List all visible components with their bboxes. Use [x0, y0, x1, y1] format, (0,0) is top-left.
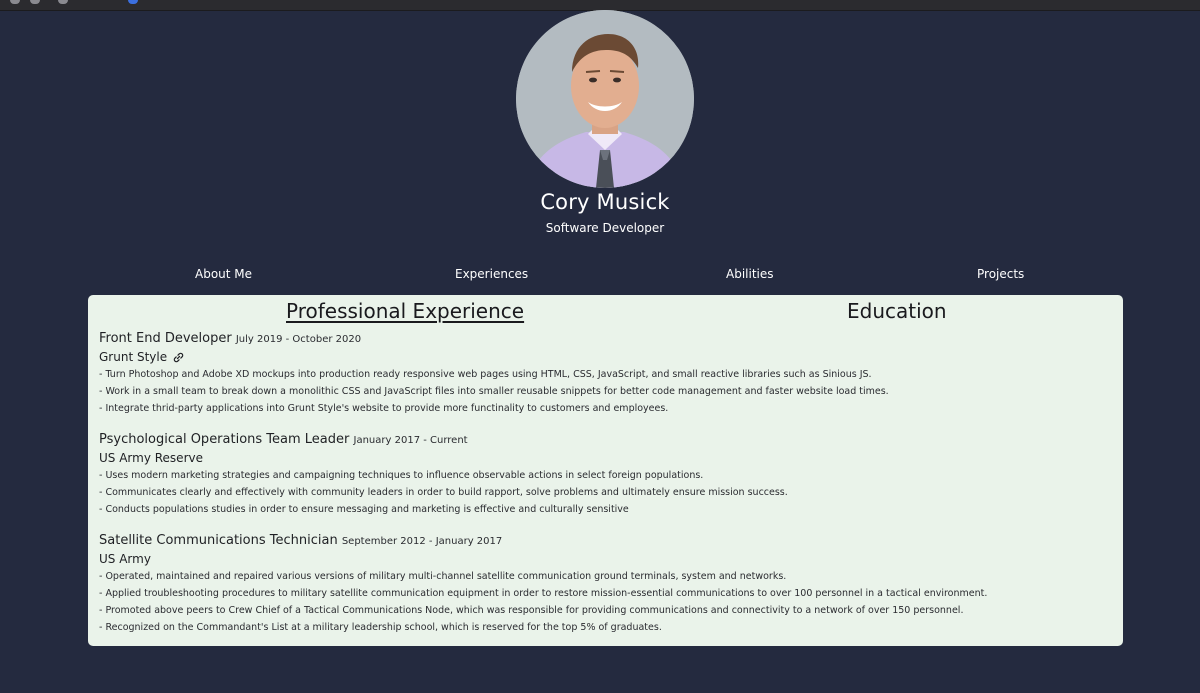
company-row: US Army	[99, 552, 1109, 566]
job-title: Psychological Operations Team Leader	[99, 432, 350, 447]
tab-indicator-icon	[128, 0, 138, 4]
link-icon[interactable]	[173, 352, 184, 363]
profile-role: Software Developer	[545, 221, 665, 235]
job-title: Front End Developer	[99, 331, 232, 346]
job-bullet: - Operated, maintained and repaired vari…	[99, 571, 787, 582]
job-bullet: - Uses modern marketing strategies and c…	[99, 470, 704, 481]
job-entry: Psychological Operations Team Leader Jan…	[99, 432, 1109, 518]
job-bullet: - Conducts populations studies in order …	[99, 504, 629, 515]
job-title: Satellite Communications Technician	[99, 533, 338, 548]
job-bullet: - Communicates clearly and effectively w…	[99, 487, 788, 498]
nav-abilities[interactable]: Abilities	[726, 267, 774, 281]
job-bullet: - Recognized on the Commandant's List at…	[99, 622, 662, 633]
nav-experiences[interactable]: Experiences	[455, 267, 528, 281]
company-name: Grunt Style	[99, 350, 168, 364]
job-dates: July 2019 - October 2020	[235, 334, 362, 345]
job-bullet: - Work in a small team to break down a m…	[99, 386, 889, 397]
job-bullet: - Applied troubleshooting procedures to …	[99, 588, 988, 599]
job-bullets: - Uses modern marketing strategies and c…	[99, 467, 1109, 518]
tab-indicator-icon	[10, 0, 20, 4]
tab-indicator-icon	[58, 0, 68, 4]
job-dates: September 2012 - January 2017	[341, 536, 503, 547]
profile-name: Cory Musick	[540, 190, 670, 214]
job-heading: Front End Developer July 2019 - October …	[99, 331, 1109, 346]
job-bullet: - Integrate thrid-party applications int…	[99, 403, 669, 414]
professional-experience-heading: Professional Experience	[286, 299, 525, 323]
nav-about-me[interactable]: About Me	[195, 267, 252, 281]
job-bullet: - Promoted above peers to Crew Chief of …	[99, 605, 964, 616]
job-heading: Satellite Communications Technician Sept…	[99, 533, 1109, 548]
company-name: US Army	[99, 552, 151, 566]
job-dates: January 2017 - Current	[353, 435, 468, 446]
company-row: Grunt Style	[99, 350, 1109, 364]
job-bullets: - Operated, maintained and repaired vari…	[99, 568, 1109, 636]
education-heading: Education	[847, 299, 947, 323]
job-heading: Psychological Operations Team Leader Jan…	[99, 432, 1109, 447]
tab-indicator-icon	[30, 0, 40, 4]
company-name: US Army Reserve	[99, 451, 203, 465]
job-bullet: - Turn Photoshop and Adobe XD mockups in…	[99, 369, 872, 380]
company-row: US Army Reserve	[99, 451, 1109, 465]
profile-photo	[516, 10, 694, 188]
experience-card: Professional Experience Education Front …	[88, 295, 1123, 646]
job-entry: Front End Developer July 2019 - October …	[99, 331, 1109, 417]
nav-projects[interactable]: Projects	[977, 267, 1024, 281]
job-bullets: - Turn Photoshop and Adobe XD mockups in…	[99, 366, 1109, 417]
job-entry: Satellite Communications Technician Sept…	[99, 533, 1109, 636]
